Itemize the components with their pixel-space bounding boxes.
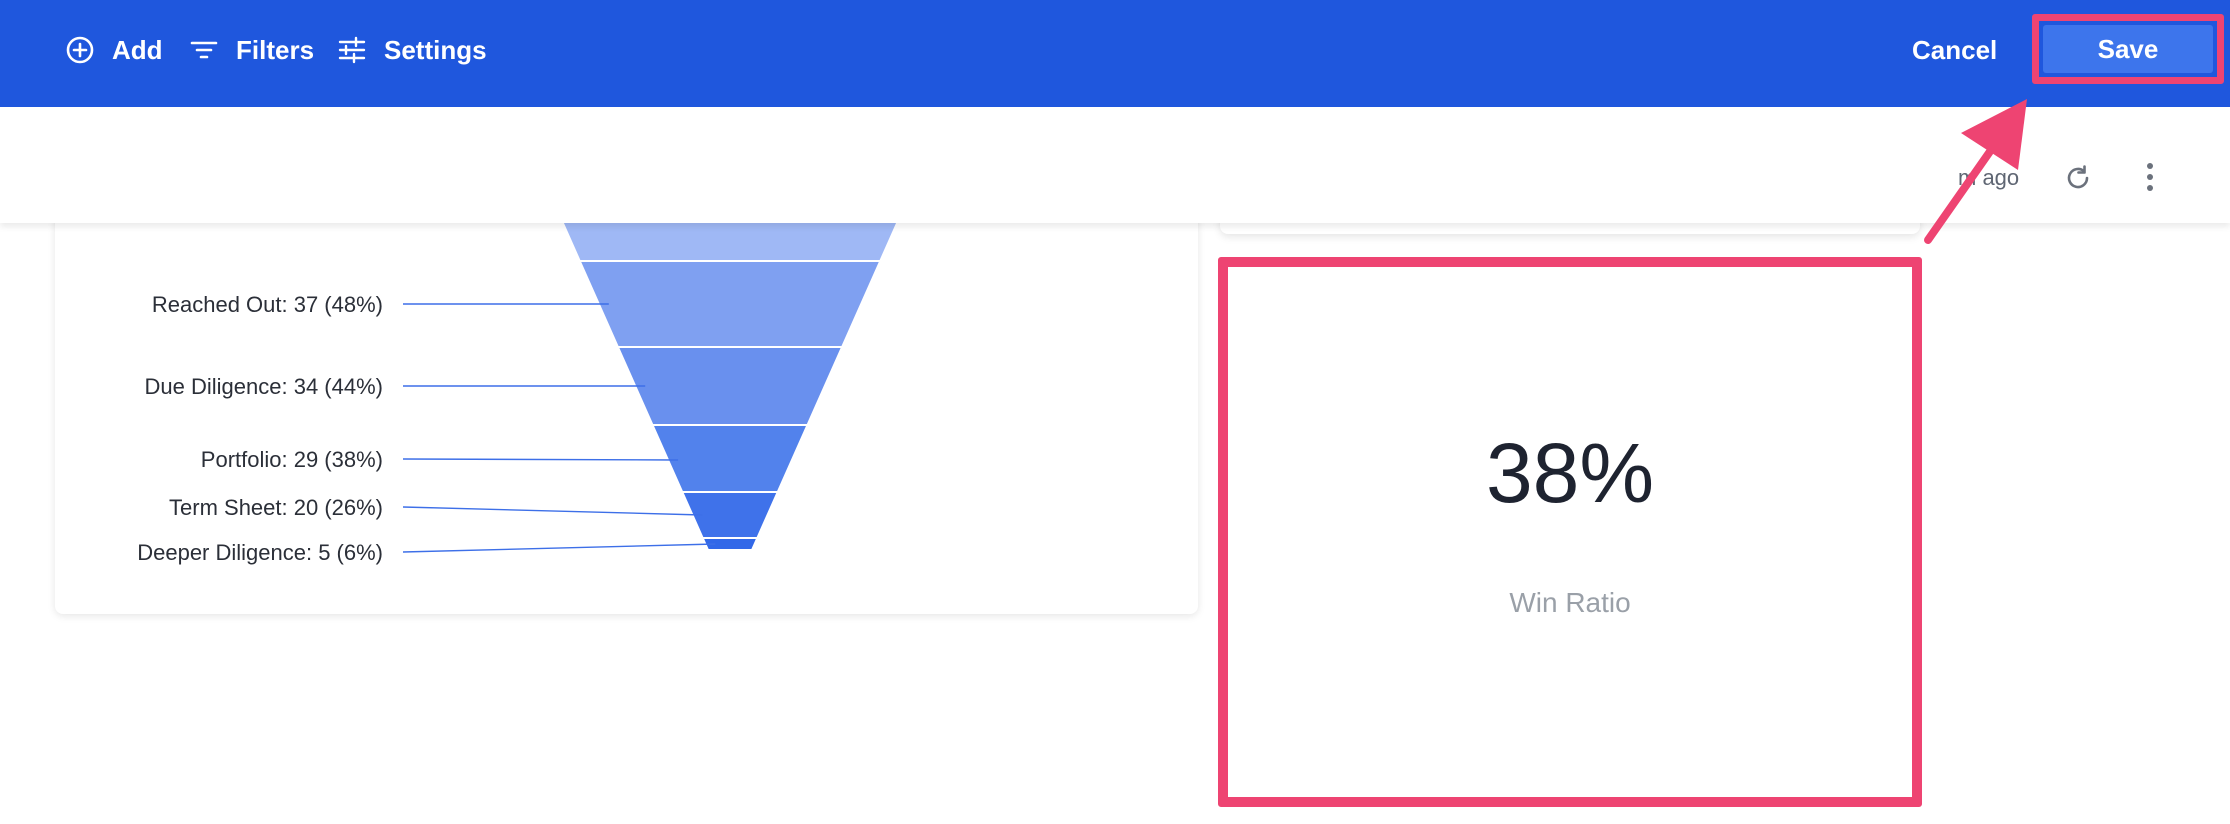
filters-button[interactable]: Filters (188, 0, 314, 100)
dashboard-subheader: m ago (0, 107, 2230, 223)
filter-lines-icon (188, 34, 220, 66)
settings-button[interactable]: Settings (336, 0, 487, 100)
filters-button-label: Filters (236, 34, 315, 65)
funnel-leader-line (402, 458, 679, 461)
add-button-label: Add (112, 34, 163, 65)
funnel-label: Portfolio: 29 (38%) (201, 447, 383, 472)
kpi-label: Win Ratio (1509, 587, 1631, 618)
funnel-chart: Reached Out: 37 (48%) Due Diligence: 34 (… (137, 180, 918, 565)
funnel-leader-line (402, 506, 703, 516)
funnel-segment-reached-out[interactable] (578, 260, 882, 348)
refresh-icon[interactable] (2063, 163, 2093, 193)
more-vertical-icon[interactable] (2140, 159, 2160, 195)
funnel-label: Reached Out: 37 (48%) (152, 292, 383, 317)
funnel-label: Term Sheet: 20 (26%) (169, 495, 383, 520)
funnel-chart-card: Reached Out: 37 (48%) Due Diligence: 34 (… (55, 180, 1198, 614)
funnel-segment-due-diligence[interactable] (616, 346, 844, 426)
sliders-icon (336, 34, 368, 66)
save-button[interactable]: Save (2043, 25, 2213, 73)
settings-button-label: Settings (384, 34, 487, 65)
last-updated-text: m ago (1958, 165, 2020, 190)
funnel-label: Due Diligence: 34 (44%) (145, 374, 383, 399)
funnel-segment-portfolio[interactable] (650, 424, 810, 493)
win-ratio-card[interactable]: 38% Win Ratio (1218, 257, 1922, 807)
funnel-leader-line (402, 543, 716, 553)
add-button[interactable]: Add (64, 0, 163, 100)
kpi-value: 38% (1485, 426, 1655, 520)
cancel-button[interactable]: Cancel (1912, 0, 1997, 100)
plus-circle-icon (64, 34, 96, 66)
cancel-button-label: Cancel (1912, 34, 1998, 65)
top-toolbar: Add Filters Settings Cancel Save (0, 0, 2230, 107)
funnel-label: Deeper Diligence: 5 (6%) (137, 540, 383, 565)
